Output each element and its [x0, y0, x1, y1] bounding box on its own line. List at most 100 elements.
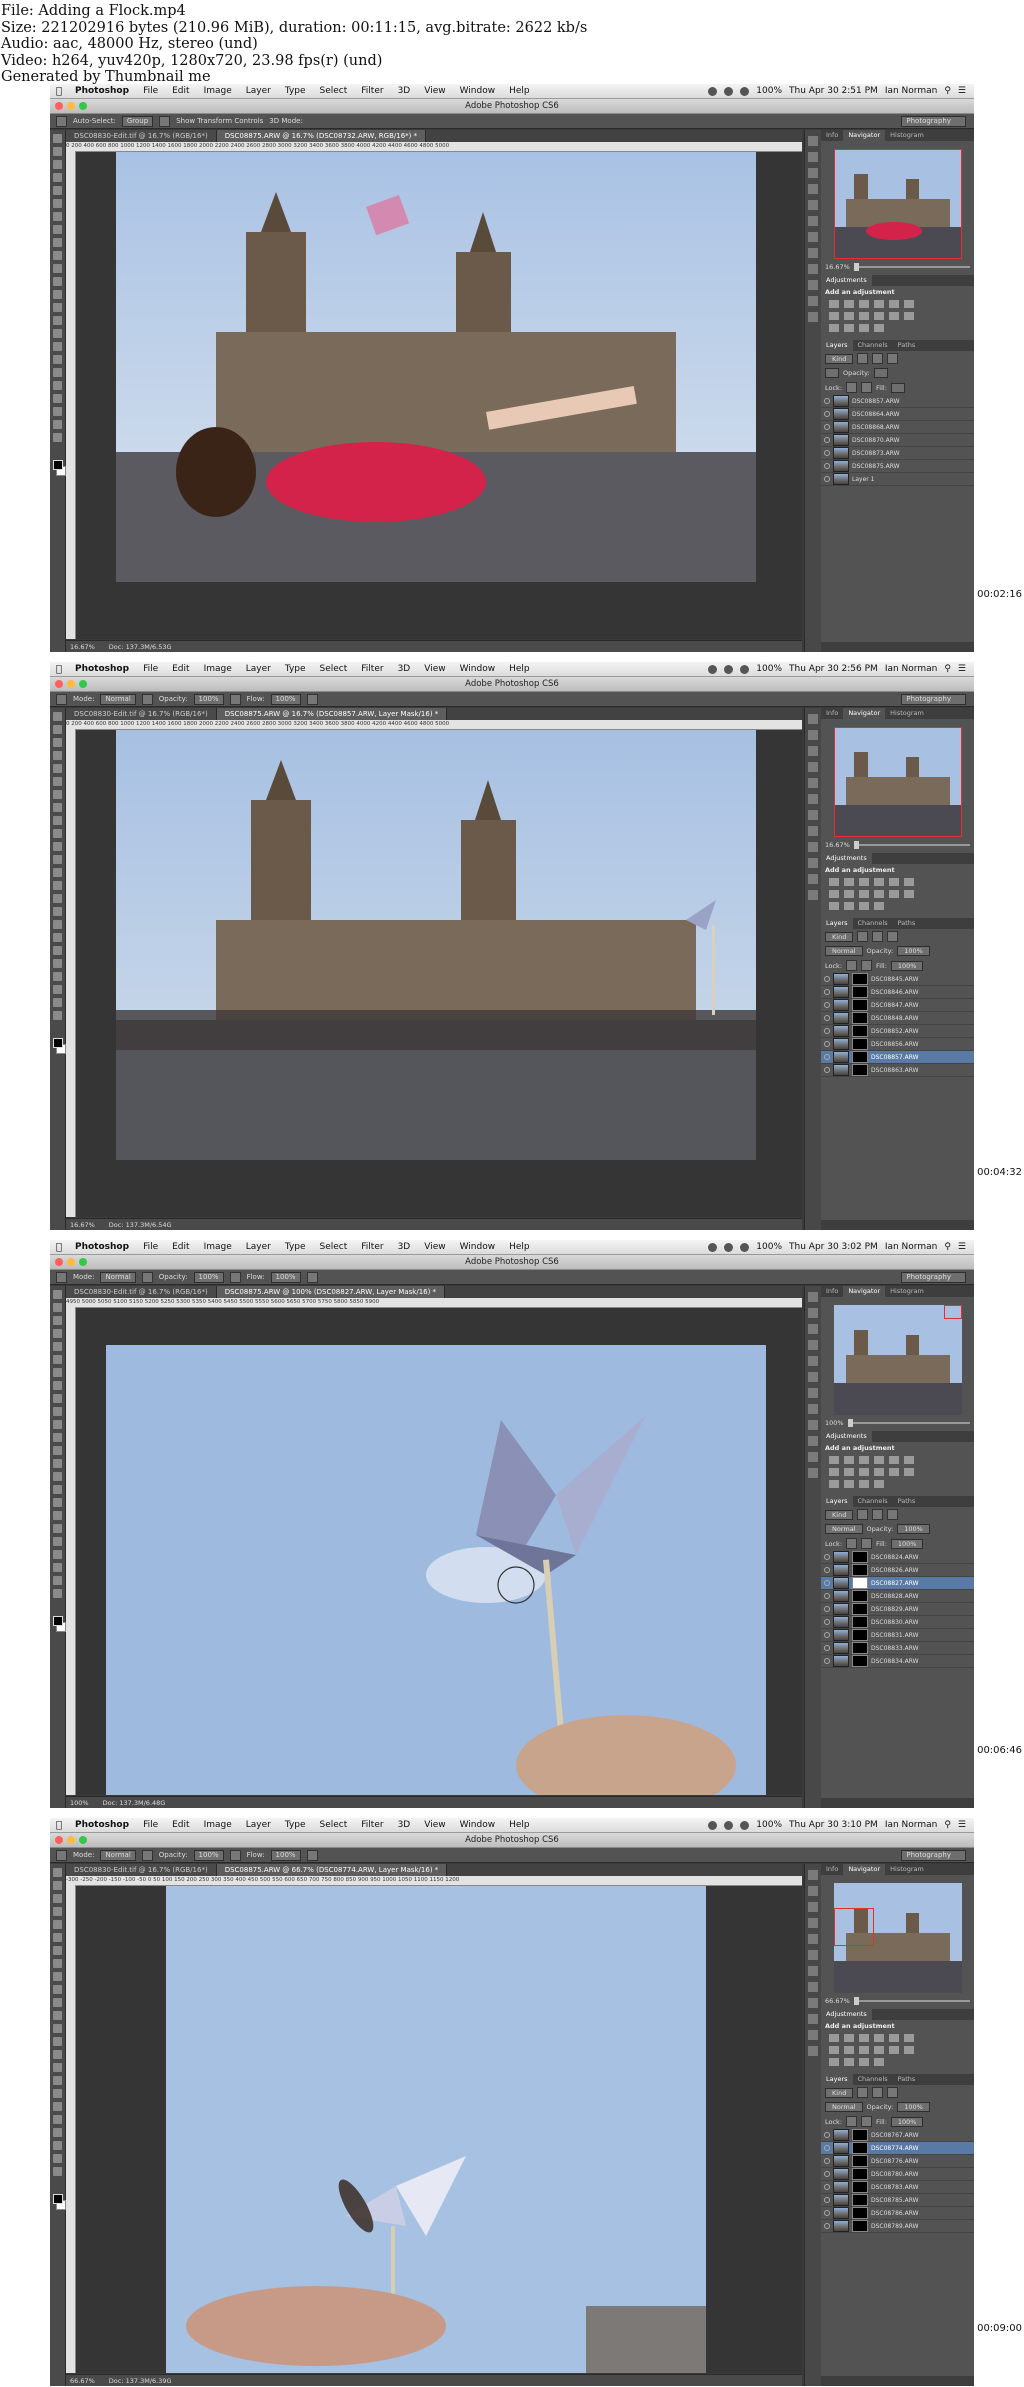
adjustment-icon[interactable] [874, 1480, 884, 1488]
eye-icon[interactable] [824, 1567, 830, 1573]
panel-dock-icon[interactable] [808, 264, 818, 274]
filter-type-icon[interactable] [887, 1509, 899, 1520]
eye-icon[interactable] [824, 411, 830, 417]
tool-icon[interactable] [53, 868, 62, 877]
layer-mask-thumbnail[interactable] [852, 2181, 868, 2193]
tool-icon[interactable] [53, 212, 62, 221]
layer-row[interactable]: DSC08863.ARW [821, 1064, 974, 1077]
tool-icon[interactable] [53, 251, 62, 260]
adjustment-icon[interactable] [889, 1456, 899, 1464]
panel-dock-icon[interactable] [808, 152, 818, 162]
layer-row[interactable]: DSC08852.ARW [821, 1025, 974, 1038]
foreground-color-swatch[interactable] [53, 2194, 63, 2204]
option-toggle-icon[interactable] [141, 1271, 153, 1283]
eye-icon[interactable] [824, 1015, 830, 1021]
menu-layer[interactable]: Layer [239, 86, 278, 96]
tool-icon[interactable] [53, 316, 62, 325]
tool-icon[interactable] [53, 2050, 62, 2059]
adjustment-icon[interactable] [859, 2058, 869, 2066]
apple-menu-icon[interactable]:  [50, 664, 68, 675]
minimize-window-button[interactable] [67, 1258, 75, 1266]
menu-type[interactable]: Type [278, 664, 313, 674]
record-icon[interactable] [708, 86, 718, 96]
panel-dock-icon[interactable] [808, 216, 818, 226]
opacity-value[interactable]: 100% [897, 946, 930, 956]
tool-icon[interactable] [53, 959, 62, 968]
panel-dock-icon[interactable] [808, 248, 818, 258]
opacity-value[interactable] [873, 368, 888, 378]
panel-dock-icon[interactable] [808, 1388, 818, 1398]
adjustment-icon[interactable] [889, 1468, 899, 1476]
tool-icon[interactable] [53, 2011, 62, 2020]
tool-icon[interactable] [53, 1907, 62, 1916]
bluetooth-icon[interactable] [724, 664, 734, 674]
panel-tab-channels[interactable]: Channels [853, 2074, 893, 2085]
bluetooth-icon[interactable] [724, 86, 734, 96]
menu-select[interactable]: Select [313, 664, 355, 674]
menu-file[interactable]: File [136, 1242, 165, 1252]
eye-icon[interactable] [824, 2197, 830, 2203]
adjustment-icon[interactable] [829, 890, 839, 898]
panel-tab-histogram[interactable]: Histogram [885, 130, 929, 141]
adjustment-icon[interactable] [874, 878, 884, 886]
menu-help[interactable]: Help [502, 86, 537, 96]
menu-layer[interactable]: Layer [239, 1242, 278, 1252]
tool-icon[interactable] [53, 290, 62, 299]
blend-mode-select[interactable] [825, 368, 839, 378]
wifi-icon[interactable] [740, 86, 750, 96]
tool-icon[interactable] [53, 764, 62, 773]
close-window-button[interactable] [55, 1258, 63, 1266]
panel-tab-channels[interactable]: Channels [853, 340, 893, 351]
adjustment-icon[interactable] [859, 324, 869, 332]
panel-dock-icon[interactable] [808, 842, 818, 852]
panel-dock-icon[interactable] [808, 184, 818, 194]
menu-view[interactable]: View [417, 1820, 452, 1830]
bluetooth-icon[interactable] [724, 1820, 734, 1830]
tool-icon[interactable] [53, 381, 62, 390]
menu-list-icon[interactable]: ☰ [958, 1242, 966, 1252]
panel-tab-histogram[interactable]: Histogram [885, 708, 929, 719]
layer-mask-thumbnail[interactable] [852, 1655, 868, 1667]
horizontal-ruler[interactable]: 0 200 400 600 800 1000 1200 1400 1600 18… [66, 720, 802, 730]
tool-icon[interactable] [53, 1446, 62, 1455]
tool-icon[interactable] [53, 894, 62, 903]
adjustment-icon[interactable] [874, 312, 884, 320]
adjustment-icon[interactable] [874, 2034, 884, 2042]
zoom-level[interactable]: 100% [70, 1797, 89, 1808]
adjustment-icon[interactable] [859, 312, 869, 320]
menu-view[interactable]: View [417, 1242, 452, 1252]
doc-size[interactable]: Doc: 137.3M/6.54G [109, 1219, 172, 1230]
adjustment-icon[interactable] [844, 878, 854, 886]
opacity-value[interactable]: 100% [897, 1524, 930, 1534]
close-window-button[interactable] [55, 680, 63, 688]
adjustment-icon[interactable] [829, 1480, 839, 1488]
spotlight-icon[interactable]: ⚲ [944, 664, 951, 674]
tool-icon[interactable] [53, 1550, 62, 1559]
panel-dock-icon[interactable] [808, 1404, 818, 1414]
layer-mask-thumbnail[interactable] [852, 2207, 868, 2219]
tool-icon[interactable] [53, 777, 62, 786]
option-opacity[interactable]: 100% [193, 1849, 224, 1861]
layer-row[interactable]: DSC08774.ARW [821, 2142, 974, 2155]
menubar-user[interactable]: Ian Norman [885, 664, 938, 674]
document-tab[interactable]: DSC08875.ARW @ 66.7% (DSC08774.ARW, Laye… [216, 1864, 448, 1876]
adjustment-icon[interactable] [829, 2034, 839, 2042]
layer-row[interactable]: DSC08826.ARW [821, 1564, 974, 1577]
navigator-thumbnail[interactable] [833, 149, 962, 259]
menubar-clock[interactable]: Thu Apr 30 2:51 PM [789, 86, 878, 96]
adjustment-icon[interactable] [829, 300, 839, 308]
layer-row[interactable]: DSC08829.ARW [821, 1603, 974, 1616]
navigator-zoom-value[interactable]: 100% [825, 1419, 844, 1427]
menu-edit[interactable]: Edit [165, 664, 196, 674]
panel-tab-histogram[interactable]: Histogram [885, 1286, 929, 1297]
lock-pixels-icon[interactable] [846, 1538, 858, 1549]
tool-icon[interactable] [53, 329, 62, 338]
apple-menu-icon[interactable]:  [50, 1242, 68, 1253]
option-flow[interactable]: 100% [270, 1849, 301, 1861]
tool-icon[interactable] [53, 2063, 62, 2072]
tool-icon[interactable] [53, 1329, 62, 1338]
layer-mask-thumbnail[interactable] [852, 2220, 868, 2232]
navigator-thumbnail[interactable] [833, 727, 962, 837]
option-flow[interactable]: 100% [270, 1271, 301, 1283]
panel-tab-navigator[interactable]: Navigator [843, 130, 886, 141]
